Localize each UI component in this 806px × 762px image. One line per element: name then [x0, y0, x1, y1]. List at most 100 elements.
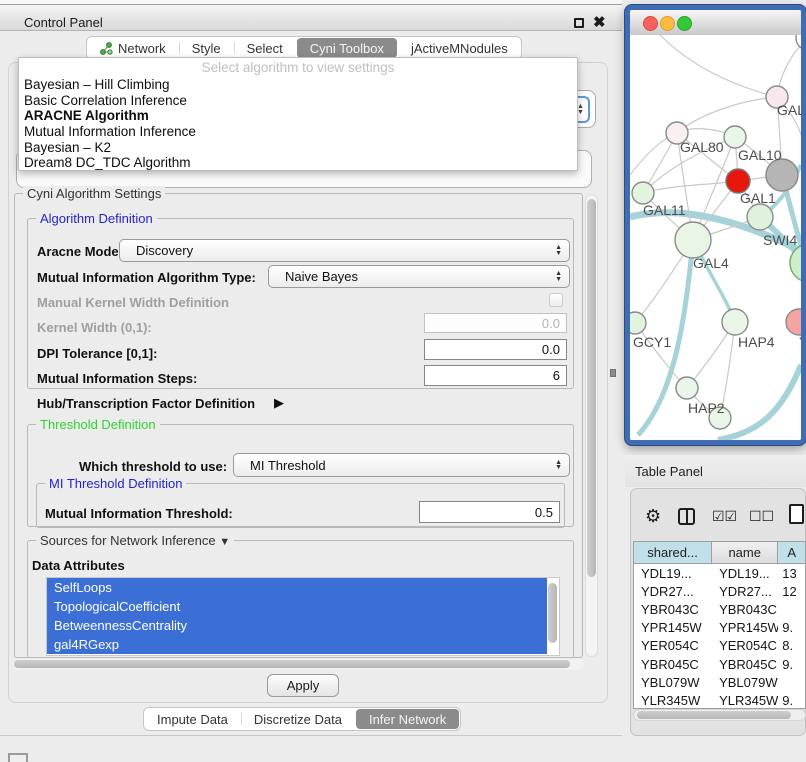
dpi-tolerance-label: DPI Tolerance [0,1]: [37, 346, 157, 361]
dropdown-item-selected[interactable]: ARACNE Algorithm [19, 108, 577, 124]
minimize-traffic-light-icon[interactable] [660, 16, 675, 31]
column-header-name[interactable]: name [712, 542, 778, 563]
network-view-window[interactable]: GAL GAL80 GAL10 GAL1 GAL11 SWI4 GAL4 GCY… [625, 5, 806, 445]
node-gal4[interactable] [675, 222, 711, 258]
tab-discretize-data[interactable]: Discretize Data [241, 708, 355, 730]
which-threshold-label: Which threshold to use: [79, 459, 227, 474]
float-window-icon[interactable] [574, 18, 584, 28]
document-icon[interactable] [789, 504, 804, 524]
table-row[interactable]: YBR045CYBR045C9. [634, 655, 805, 673]
select-all-checks-icon[interactable]: ☑☑ [712, 508, 737, 525]
splitter-handle[interactable] [610, 369, 616, 377]
tab-impute-data[interactable]: Impute Data [144, 708, 241, 730]
table-row[interactable]: YBR043CYBR043C [634, 600, 805, 618]
manual-kernel-width-checkbox[interactable] [549, 293, 563, 307]
kernel-width-label: Kernel Width (0,1): [37, 320, 152, 335]
table-row[interactable]: YER054CYER054C8. [634, 637, 805, 655]
network-window-titlebar[interactable] [630, 10, 801, 36]
gear-icon[interactable]: ⚙ [645, 506, 661, 527]
network-canvas[interactable]: GAL GAL80 GAL10 GAL1 GAL11 SWI4 GAL4 GCY… [630, 35, 801, 440]
data-attributes-list[interactable]: SelfLoops TopologicalCoefficient Between… [46, 577, 560, 656]
node-salmon-right[interactable] [786, 309, 801, 335]
settings-horizontal-scrollbar[interactable] [12, 659, 584, 670]
dropdown-item[interactable]: Basic Correlation Inference [19, 93, 577, 109]
table-horizontal-scrollbar[interactable] [633, 709, 806, 721]
node-gray[interactable] [766, 159, 798, 191]
dpi-tolerance-value: 0.0 [542, 342, 560, 357]
combobox-stepper-icon: ▲▼ [555, 245, 562, 256]
scrollbar-thumb[interactable] [637, 711, 791, 719]
node-label: HAP4 [738, 334, 775, 350]
data-attributes-label: Data Attributes [32, 558, 125, 573]
which-threshold-select[interactable]: MI Threshold ▲▼ [233, 453, 570, 477]
expanded-arrow-icon[interactable]: ▼ [219, 536, 230, 548]
control-panel-titlebar: Control Panel ✖ [0, 4, 622, 31]
settings-vertical-scrollbar[interactable] [585, 194, 598, 657]
collapsed-arrow-icon[interactable]: ▶ [274, 395, 284, 411]
attribute-item-selected[interactable]: gal4RGexp [47, 635, 547, 654]
algorithm-dropdown-list: Select algorithm to view settings Bayesi… [18, 57, 578, 171]
tab-infer-network[interactable]: Infer Network [356, 709, 459, 729]
attribute-item-selected[interactable]: TopologicalCoefficient [47, 597, 547, 616]
control-panel-title: Control Panel [24, 15, 103, 30]
dock-divider [0, 735, 622, 736]
mi-algorithm-type-select[interactable]: Naive Bayes ▲▼ [268, 265, 570, 288]
tab-label: Discretize Data [254, 712, 342, 727]
table-row[interactable]: YDL19...YDL19...13 [634, 564, 805, 582]
attribute-item-selected[interactable]: BetweennessCentrality [47, 616, 547, 635]
which-threshold-value: MI Threshold [250, 458, 326, 473]
column-header-shared-name[interactable]: shared... [634, 542, 712, 563]
tab-cyni-toolbox[interactable]: Cyni Toolbox [297, 38, 397, 58]
table-panel-titlebar: Table Panel [625, 455, 806, 487]
list-scrollbar-thumb[interactable] [548, 583, 557, 643]
dropdown-item[interactable]: Mutual Information Inference [19, 124, 577, 140]
table-row[interactable]: YDR27...YDR27...12 [634, 582, 805, 600]
tab-label: Style [192, 41, 221, 56]
zoom-traffic-light-icon[interactable] [677, 16, 692, 31]
node-gal11[interactable] [632, 182, 654, 204]
manual-kernel-width-label: Manual Kernel Width Definition [37, 295, 229, 310]
table-row[interactable]: YPR145WYPR145W9. [634, 619, 805, 637]
dropdown-item[interactable]: Bayesian – K2 [19, 140, 577, 156]
mi-steps-input[interactable]: 6 [424, 365, 567, 386]
node-gal10[interactable] [724, 126, 746, 148]
dpi-tolerance-input[interactable]: 0.0 [424, 339, 567, 360]
tab-label: Select [247, 41, 283, 56]
dropdown-item[interactable]: Dream8 DC_TDC Algorithm [19, 155, 577, 171]
column-header-partial[interactable]: A [778, 542, 805, 563]
mi-threshold-input[interactable]: 0.5 [419, 501, 560, 523]
deselect-all-checks-icon[interactable]: ☐☐ [749, 508, 774, 525]
tab-network[interactable]: Network [87, 37, 179, 59]
scrollbar-thumb[interactable] [14, 660, 570, 668]
attribute-item-selected[interactable]: SelfLoops [47, 578, 547, 597]
apply-button[interactable]: Apply [267, 674, 339, 697]
node-label: SWI4 [763, 232, 797, 248]
hub-section-label: Hub/Transcription Factor Definition [37, 396, 255, 411]
scrollbar-thumb[interactable] [587, 199, 596, 577]
node-gcy1[interactable] [630, 312, 646, 334]
close-icon[interactable]: ✖ [593, 13, 606, 31]
node-hap2[interactable] [676, 377, 698, 399]
dropdown-item[interactable]: Bayesian – Hill Climbing [19, 77, 577, 93]
sources-title: Sources for Network Inference ▼ [36, 533, 234, 548]
network-graph-icon [100, 42, 113, 55]
columns-icon[interactable] [678, 508, 695, 525]
tab-jactivemnodules[interactable]: jActiveMNodules [398, 37, 521, 59]
mi-steps-label: Mutual Information Steps: [37, 371, 197, 386]
node-hap4[interactable] [722, 309, 748, 335]
kernel-width-input[interactable]: 0.0 [424, 313, 567, 333]
node-label: GAL80 [680, 139, 724, 155]
aracne-mode-select[interactable]: Discovery ▲▼ [119, 239, 570, 262]
tab-select[interactable]: Select [234, 37, 296, 59]
table-row[interactable]: YBL079WYBL079W [634, 673, 805, 691]
kernel-width-value: 0.0 [542, 316, 560, 331]
table-row[interactable]: YLR345WYLR345W9. [634, 691, 805, 709]
tab-label: Cyni Toolbox [310, 41, 384, 56]
close-traffic-light-icon[interactable] [643, 16, 658, 31]
bottom-left-partial-icon[interactable] [8, 753, 28, 762]
tab-style[interactable]: Style [179, 37, 234, 59]
node-swi4[interactable] [747, 204, 773, 230]
tab-label: Network [118, 41, 166, 56]
aracne-mode-label: Aracne Mode: [37, 244, 123, 259]
settings-group-title: Cyni Algorithm Settings [23, 186, 165, 201]
